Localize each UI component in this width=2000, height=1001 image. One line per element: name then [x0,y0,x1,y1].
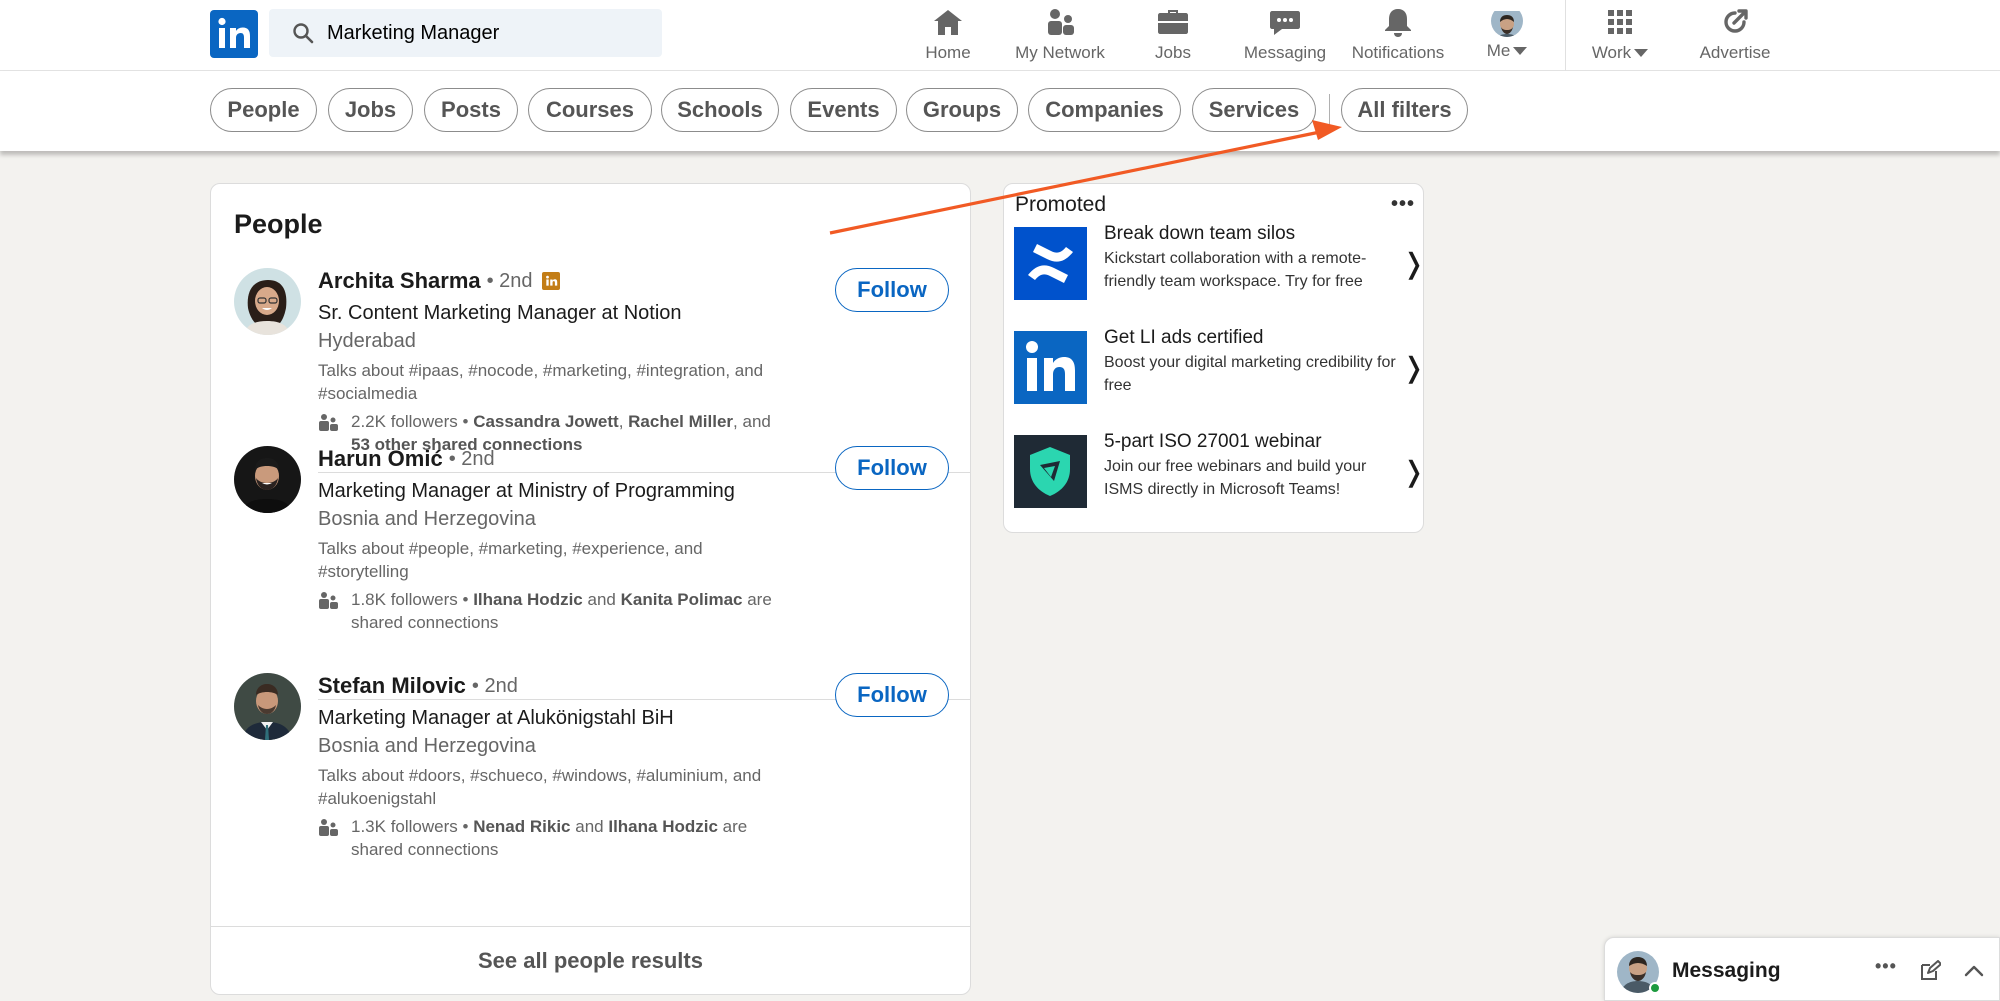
follow-button[interactable]: Follow [835,673,949,717]
filter-groups[interactable]: Groups [906,88,1018,132]
profile-avatar [1491,5,1523,37]
home-icon [934,10,962,35]
messaging-icon [1270,11,1300,35]
person-name-row: Archita Sharma • 2nd [318,268,560,294]
people-results-card: People Archita Sharma • 2nd Sr. Content … [210,183,971,995]
chevron-right-icon: ❭ [1402,456,1426,487]
person-avatar[interactable] [234,446,301,513]
nav-messaging[interactable]: Messaging [1238,0,1332,70]
filter-companies[interactable]: Companies [1028,88,1181,132]
filter-services[interactable]: Services [1192,88,1316,132]
nav-work-label: Work [1592,43,1649,63]
person-name[interactable]: Stefan Milovic [318,673,466,699]
person-headline: Marketing Manager at Ministry of Program… [318,480,735,502]
caret-down-icon [1634,49,1649,57]
connection-degree: • 2nd [486,269,533,292]
briefcase-icon [1158,10,1188,34]
filter-people[interactable]: People [210,88,317,132]
person-talks-about: Talks about #doors, #schueco, #windows, … [318,766,762,808]
nav-network-label: My Network [1015,43,1105,62]
ad-title: Get LI ads certified [1104,327,1264,348]
chevron-right-icon: ❭ [1402,248,1426,279]
linkedin-logo-icon [218,17,250,48]
follow-button[interactable]: Follow [835,446,949,490]
ad-description: Boost your digital marketing credibility… [1104,354,1396,394]
nav-advertise-label: Advertise [1699,43,1771,62]
filter-events[interactable]: Events [790,88,897,132]
chevron-right-icon: ❭ [1402,352,1426,383]
linkedin-logo-icon [1014,331,1087,404]
advertise-icon [1724,9,1748,33]
compose-icon[interactable] [1919,960,1941,982]
connections-icon [319,592,338,609]
nav-my-network[interactable]: My Network [1008,0,1112,70]
bell-icon [1385,9,1411,37]
person-talks-about: Talks about #people, #marketing, #experi… [318,539,703,581]
connections-icon [319,414,338,431]
network-icon [1048,9,1074,35]
person-location: Bosnia and Herzegovina [318,735,536,757]
online-status-icon [1649,982,1661,994]
connection-degree: • 2nd [448,447,495,470]
global-search[interactable] [269,9,662,57]
more-options-icon[interactable]: ••• [1391,193,1415,216]
chevron-up-icon[interactable] [1963,960,1985,982]
filter-jobs[interactable]: Jobs [328,88,413,132]
see-all-people-results-button[interactable]: See all people results [211,927,970,995]
messaging-overlay[interactable]: Messaging ••• [1604,937,2000,1001]
filter-courses[interactable]: Courses [528,88,652,132]
promoted-card: Promoted ••• Break down team silos Kicks… [1003,183,1426,533]
caret-down-icon [1513,47,1528,55]
search-input[interactable] [327,21,647,45]
person-location: Bosnia and Herzegovina [318,508,536,530]
nav-divider [1565,0,1566,71]
person-avatar[interactable] [234,673,301,740]
promoted-title: Promoted [1015,193,1107,216]
shared-connections-text: 1.3K followers • Nenad Rikic and Ilhana … [351,817,748,859]
people-section-title: People [234,209,323,239]
nav-jobs[interactable]: Jobs [1148,0,1198,70]
connections-icon [319,819,338,836]
search-filter-bar: People Jobs Posts Courses Schools Events… [0,71,2000,151]
messaging-label: Messaging [1672,959,1781,982]
person-name[interactable]: Harun Omić [318,446,443,472]
filter-posts[interactable]: Posts [424,88,518,132]
follow-button[interactable]: Follow [835,268,949,312]
confluence-logo-icon [1014,227,1087,300]
filter-all-filters[interactable]: All filters [1341,88,1468,132]
search-icon [293,23,314,44]
filter-schools[interactable]: Schools [661,88,779,132]
top-navigation: Home My Network Jobs Messaging Notific [0,0,2000,71]
ad-title: 5-part ISO 27001 webinar [1104,431,1322,452]
grid-apps-icon [1608,10,1632,34]
nav-advertise[interactable]: Advertise [1695,0,1775,70]
nav-notifications[interactable]: Notifications [1346,0,1450,70]
nav-home[interactable]: Home [918,0,978,70]
person-name[interactable]: Archita Sharma [318,268,481,294]
nav-me[interactable]: Me [1482,0,1532,70]
person-name-row: Stefan Milovic • 2nd [318,673,518,699]
nav-me-label: Me [1487,41,1528,61]
person-headline: Sr. Content Marketing Manager at Notion [318,302,682,324]
linkedin-logo[interactable] [210,10,258,58]
shared-connections-text: 1.8K followers • Ilhana Hodzic and Kanit… [351,590,772,632]
ad-title: Break down team silos [1104,223,1296,244]
person-name-row: Harun Omić • 2nd [318,446,495,472]
nav-messaging-label: Messaging [1243,43,1327,62]
shield-logo-icon [1014,435,1087,508]
filter-divider [1329,94,1330,130]
nav-jobs-label: Jobs [1155,43,1191,62]
nav-work[interactable]: Work [1588,0,1652,70]
connection-degree: • 2nd [471,674,518,697]
ad-description: Join our free webinars and build your IS… [1104,458,1367,498]
person-location: Hyderabad [318,330,416,352]
nav-home-label: Home [925,43,971,62]
nav-notifications-label: Notifications [1351,43,1445,62]
ad-description: Kickstart collaboration with a remote-fr… [1104,250,1367,290]
person-talks-about: Talks about #ipaas, #nocode, #marketing,… [318,361,764,403]
person-headline: Marketing Manager at Alukönigstahl BiH [318,707,674,729]
more-options-icon[interactable]: ••• [1875,956,1897,977]
person-avatar[interactable] [234,268,301,335]
premium-badge-icon [541,272,560,290]
